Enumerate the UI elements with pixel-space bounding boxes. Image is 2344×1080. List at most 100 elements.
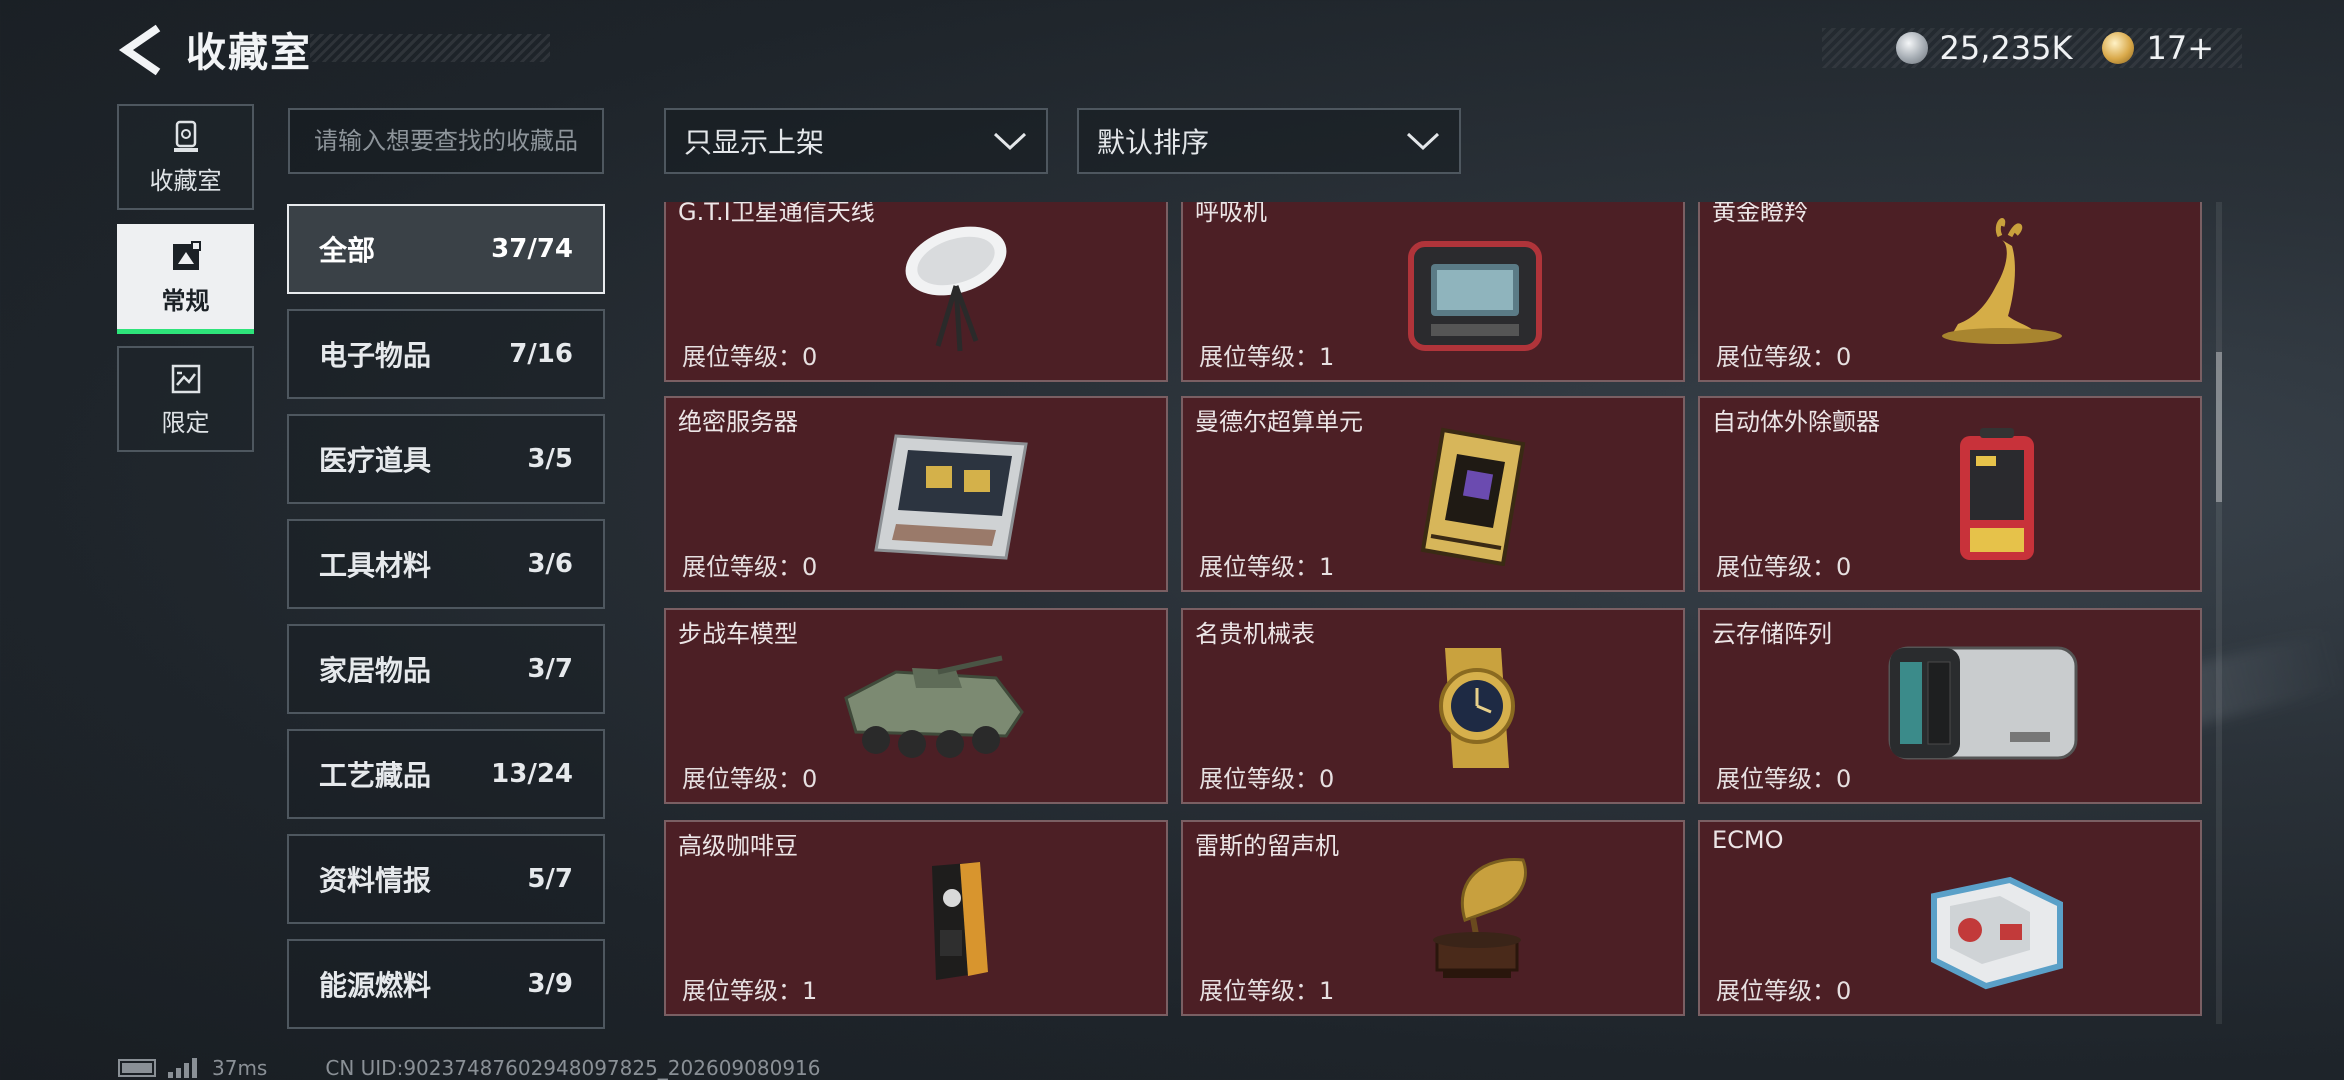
mode-tab-limited[interactable]: 限定 [117, 346, 254, 452]
item-name: 曼德尔超算单元 [1195, 408, 1363, 436]
item-name: 云存储阵列 [1712, 620, 1832, 648]
collection-item-card[interactable]: 高级咖啡豆 展位等级：1 [664, 820, 1168, 1016]
level-value: 0 [1836, 977, 1852, 1005]
category-count: 3/7 [527, 654, 573, 684]
limited-frame-icon [171, 364, 200, 393]
category-name: 工艺藏品 [319, 759, 432, 792]
defibrillator-icon [1960, 428, 2034, 560]
level-label: 展位等级： [1199, 765, 1319, 793]
mode-tab-collection-room[interactable]: 收藏室 [117, 104, 254, 210]
item-name: 黄金瞪羚 [1712, 202, 1808, 226]
item-name: 呼吸机 [1195, 202, 1267, 226]
display-filter-label: 只显示上架 [684, 126, 825, 159]
chevron-down-icon [993, 132, 1027, 151]
level-label: 展位等级： [1199, 553, 1319, 581]
level-label: 展位等级： [1199, 343, 1319, 371]
category-energy-fuel[interactable]: 能源燃料 3/9 [287, 939, 605, 1029]
category-medical[interactable]: 医疗道具 3/5 [287, 414, 605, 504]
ping-text: 37ms [212, 1056, 268, 1080]
category-name: 能源燃料 [319, 969, 432, 1002]
level-value: 0 [802, 553, 818, 581]
category-electronics[interactable]: 电子物品 7/16 [287, 309, 605, 399]
category-all[interactable]: 全部 37/74 [287, 204, 605, 294]
collection-item-card[interactable]: 自动体外除颤器 展位等级：0 [1698, 396, 2202, 592]
search-field[interactable] [288, 108, 604, 174]
collection-item-card[interactable]: 步战车模型 展位等级：0 [664, 608, 1168, 804]
page-title: 收藏室 [186, 30, 312, 76]
item-name: 自动体外除颤器 [1712, 408, 1880, 436]
gold-coin-icon [2102, 32, 2135, 64]
category-count: 37/74 [491, 234, 573, 264]
signal-icon [168, 1058, 197, 1078]
item-name: 雷斯的留声机 [1195, 832, 1339, 860]
server-icon [874, 434, 1028, 560]
scrollbar-thumb[interactable] [2216, 352, 2222, 502]
level-value: 0 [1836, 343, 1852, 371]
level-value: 0 [1836, 553, 1852, 581]
sort-label: 默认排序 [1097, 126, 1210, 159]
item-name: 高级咖啡豆 [678, 832, 798, 860]
satellite-dish-icon [905, 226, 1007, 352]
category-name: 工具材料 [319, 549, 432, 582]
level-value: 0 [1836, 765, 1852, 793]
collection-item-card[interactable]: 云存储阵列 展位等级：0 [1698, 608, 2202, 804]
item-display-level: 展位等级：0 [682, 759, 817, 794]
collection-item-card[interactable]: 绝密服务器 展位等级：0 [664, 396, 1168, 592]
mode-tab-label: 收藏室 [149, 166, 222, 195]
item-display-level: 展位等级：0 [1199, 759, 1334, 794]
golden-gazelle-icon [1942, 218, 2062, 344]
category-intel[interactable]: 资料情报 5/7 [287, 834, 605, 924]
item-display-level: 展位等级：1 [682, 971, 817, 1006]
uid-text: CN UID:902374876029480978​25_20260908091… [325, 1056, 821, 1080]
level-value: 1 [1319, 343, 1335, 371]
collection-item-card[interactable]: 黄金瞪羚 展位等级：0 [1698, 202, 2202, 382]
collection-item-card[interactable]: 曼德尔超算单元 展位等级：1 [1181, 396, 1685, 592]
level-label: 展位等级： [1716, 765, 1836, 793]
category-household[interactable]: 家居物品 3/7 [287, 624, 605, 714]
category-count: 13/24 [491, 759, 573, 789]
supercomputer-unit-icon [1420, 427, 1526, 566]
level-label: 展位等级： [682, 553, 802, 581]
category-name: 家居物品 [319, 654, 432, 687]
collection-item-card[interactable]: G.T.I卫星通信天线 展位等级：0 [664, 202, 1168, 382]
collection-item-card[interactable]: 雷斯的留声机 展位等级：1 [1181, 820, 1685, 1016]
level-label: 展位等级： [682, 977, 802, 1005]
mode-tab-regular[interactable]: 常规 [117, 224, 254, 334]
item-display-level: 展位等级：0 [682, 337, 817, 372]
item-display-level: 展位等级：0 [1716, 759, 1851, 794]
collection-item-card[interactable]: ECMO 展位等级：0 [1698, 820, 2202, 1016]
collection-grid[interactable]: G.T.I卫星通信天线 展位等级：0 呼吸机 展位等级：1 黄金瞪羚 展位等级：… [660, 202, 2202, 1026]
level-value: 0 [1319, 765, 1335, 793]
level-label: 展位等级： [682, 343, 802, 371]
collection-item-card[interactable]: 名贵机械表 展位等级：0 [1181, 608, 1685, 804]
gramophone-icon [1433, 858, 1527, 978]
ifv-model-icon [844, 655, 1024, 758]
category-tools-materials[interactable]: 工具材料 3/6 [287, 519, 605, 609]
level-label: 展位等级： [1716, 343, 1836, 371]
display-filter-dropdown[interactable]: 只显示上架 [664, 108, 1048, 174]
item-name: 绝密服务器 [678, 408, 798, 436]
category-crafts[interactable]: 工艺藏品 13/24 [287, 729, 605, 819]
level-label: 展位等级： [682, 765, 802, 793]
item-display-level: 展位等级：0 [1716, 971, 1851, 1006]
status-footer: 37ms CN UID:902374876029480978​25_202609… [118, 1056, 821, 1080]
battery-icon [118, 1059, 156, 1077]
grid-scrollbar[interactable] [2216, 202, 2222, 1024]
level-label: 展位等级： [1199, 977, 1319, 1005]
category-count: 3/6 [527, 549, 573, 579]
title-hatch-decoration [310, 34, 550, 62]
category-count: 3/9 [527, 969, 573, 999]
item-display-level: 展位等级：1 [1199, 547, 1334, 582]
mode-tab-label: 限定 [161, 408, 210, 437]
category-name: 全部 [319, 234, 376, 267]
picture-icon [172, 240, 201, 270]
back-button[interactable] [118, 22, 162, 78]
search-input[interactable] [314, 127, 578, 155]
level-value: 1 [1319, 553, 1335, 581]
category-count: 5/7 [527, 864, 573, 894]
sort-dropdown[interactable]: 默认排序 [1077, 108, 1461, 174]
item-display-level: 展位等级：0 [1716, 337, 1851, 372]
collection-item-card[interactable]: 呼吸机 展位等级：1 [1181, 202, 1685, 382]
mode-tab-label: 常规 [161, 286, 210, 315]
item-display-level: 展位等级：1 [1199, 337, 1334, 372]
